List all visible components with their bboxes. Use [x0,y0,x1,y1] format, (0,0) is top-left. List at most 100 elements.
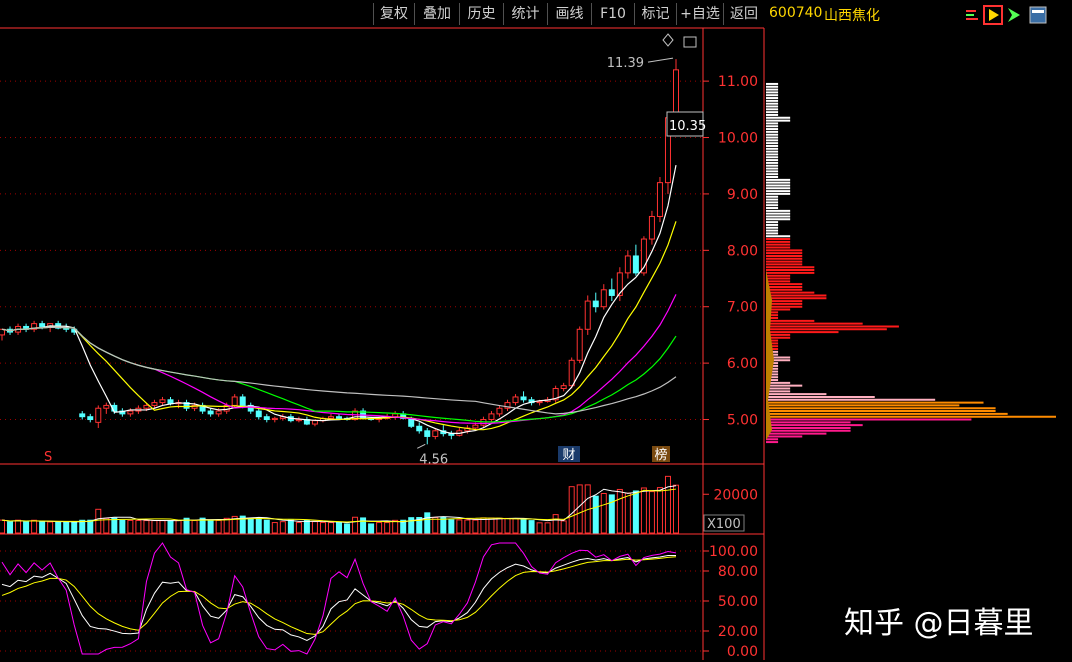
volume-bar [464,519,471,534]
high-label: 11.39 [607,56,644,71]
price-tick-label: 6.00 [727,356,758,372]
candle-body [79,413,86,418]
volume-bar [303,519,310,534]
candle-body [87,416,94,421]
candle-body [327,416,334,419]
volume-bar [656,487,663,534]
volume-bar [191,520,198,534]
kdj-tick-label: 80.00 [718,564,758,580]
volume-bar [392,519,399,534]
volume-bar [47,521,54,534]
volume-ma10 [1,488,677,523]
volume-bar [376,522,383,534]
candle-body [608,289,615,296]
candle-body [424,430,431,437]
low-arrow [417,443,426,449]
candle-body [103,404,110,409]
candle-body [263,416,270,421]
candle-body [632,255,639,274]
marker-cai: 财 [562,448,575,463]
volume-bar [247,517,254,534]
volume-bar [159,520,166,534]
volume-bar [15,519,22,534]
volume-bar [287,519,294,534]
volume-bar [568,486,575,534]
volume-bar [544,522,551,534]
volume-bar [616,488,623,534]
volume-bar [95,508,102,534]
ma30-line [1,326,677,423]
volume-bar [432,517,439,534]
volume-bar [608,494,615,534]
candle-body [127,410,134,415]
volume-bar [0,519,5,534]
volume-bar [319,522,326,534]
volume-bar [673,484,679,534]
volume-bar [311,521,318,534]
volume-bar [552,514,559,534]
volume-bar [103,517,110,534]
candle-body [600,289,607,308]
volume-bar [520,517,527,534]
candle-body [673,69,679,119]
volume-bar [263,519,270,534]
candle-body [39,323,46,327]
candle-body [63,327,70,330]
volume-bar [632,490,639,534]
volume-bar [223,517,230,534]
kdj-tick-label: 50.00 [718,594,758,610]
candle-body [488,413,495,421]
candle-body [648,215,655,240]
volume-tick-label: 20000 [713,487,758,503]
candle-body [416,425,423,432]
volume-bar [255,517,262,534]
candle-body [311,420,318,425]
last-price-label: 10.35 [669,119,706,134]
volume-bar [664,475,671,534]
volume-bar [295,522,302,534]
marker-bang: 榜 [654,447,667,463]
candle-body [432,430,439,437]
candle-body [143,404,150,409]
volume-bar [600,492,607,534]
volume-bar [536,522,543,534]
volume-bar [215,519,222,534]
chart-canvas: 11.00 10.00 9.00 8.00 7.00 6.00 5.00 11.39 4.56 1… [0,27,1056,660]
candle-body [536,400,543,404]
candle-body [151,402,158,406]
volume-bar [344,523,351,534]
volume-bar [71,521,78,534]
price-tick-label: 7.00 [727,300,758,316]
volume-bar [472,519,479,534]
high-arrow [647,57,674,63]
candle-body [392,413,399,418]
volume-bar [167,520,174,534]
volume-bar [424,512,431,534]
volume-bar [175,520,182,534]
volume-bar [560,520,567,534]
volume-bar [207,519,214,534]
marker-s: S [44,450,52,465]
candle-body [584,300,591,330]
candle-body [231,396,238,406]
volume-bar [528,520,535,534]
ma5-line [1,165,677,434]
candle-body [656,182,663,217]
candle-body [496,407,503,415]
volume-bar [271,522,278,534]
volume-bar [31,519,38,534]
candle-body [255,410,262,418]
volume-bar [135,519,142,534]
diamond-icon [662,33,674,47]
volume-bar [352,516,359,534]
low-label: 4.56 [419,452,448,467]
volume-profile [766,82,1056,444]
volume-bar [55,521,62,534]
volume-bar [512,518,519,534]
ma10-line [1,221,677,431]
candle-body [95,407,102,423]
volume-bar [368,523,375,534]
candle-body [520,396,527,401]
volume-bar [39,521,46,534]
candle-body [472,424,479,429]
